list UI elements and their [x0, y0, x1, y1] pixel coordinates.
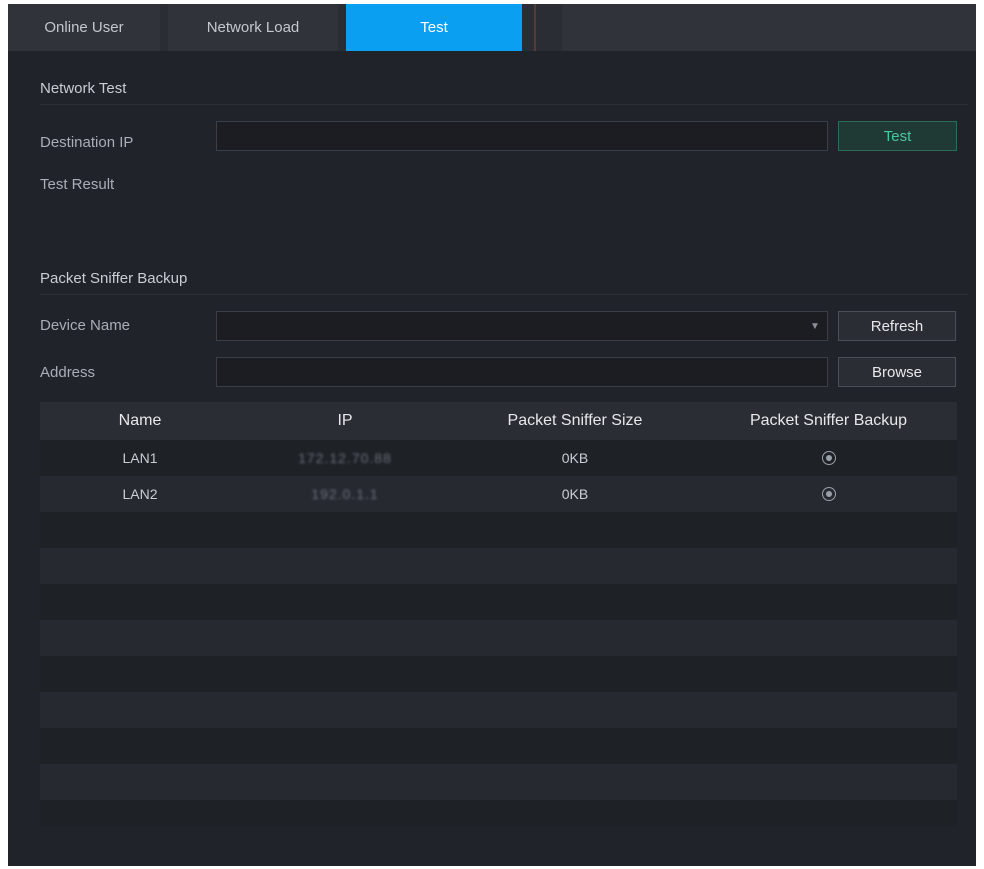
- row-backup: [700, 476, 957, 512]
- column-header-name: Name: [118, 412, 162, 429]
- chevron-down-icon[interactable]: ▼: [808, 319, 822, 333]
- row-name: LAN2: [122, 486, 158, 502]
- table-row-empty: [40, 764, 957, 800]
- table-row-empty: [40, 692, 957, 728]
- column-header-ip: IP: [337, 412, 353, 429]
- tab-network-load[interactable]: Network Load: [168, 4, 338, 51]
- section-divider: [40, 104, 968, 105]
- test-result-label: Test Result: [40, 176, 115, 193]
- network-test-panel: Online User Network Load Test Network Te…: [8, 4, 976, 866]
- table-row-empty: [40, 548, 957, 584]
- column-header-size: Packet Sniffer Size: [507, 412, 643, 429]
- tab-test[interactable]: Test: [346, 4, 522, 51]
- test-button[interactable]: Test: [838, 121, 957, 151]
- table-row-empty: [40, 656, 957, 692]
- sniffer-table: Name IP Packet Sniffer Size Packet Sniff…: [40, 402, 957, 826]
- destination-ip-input[interactable]: [216, 121, 828, 151]
- device-name-select[interactable]: [216, 311, 828, 341]
- table-row-empty: [40, 620, 957, 656]
- table-row[interactable]: LAN1 172.12.70.88 0KB: [40, 440, 957, 476]
- refresh-button[interactable]: Refresh: [838, 311, 956, 341]
- tab-bar-tail: [522, 4, 562, 51]
- device-name-label: Device Name: [40, 317, 131, 334]
- radio-record-icon[interactable]: [821, 487, 836, 501]
- tab-divider: [160, 4, 168, 51]
- radio-record-icon[interactable]: [821, 451, 836, 465]
- table-row-empty: [40, 800, 957, 826]
- tab-divider: [338, 4, 346, 51]
- packet-sniffer-title: Packet Sniffer Backup: [40, 270, 188, 287]
- column-header-backup: Packet Sniffer Backup: [749, 412, 908, 429]
- table-row-empty: [40, 728, 957, 764]
- section-divider: [40, 294, 968, 295]
- row-backup: [700, 440, 957, 476]
- row-size: 0KB: [561, 486, 589, 502]
- address-input[interactable]: [216, 357, 828, 387]
- tab-bar: Online User Network Load Test: [8, 4, 976, 51]
- address-label: Address: [40, 364, 96, 381]
- table-header: Name IP Packet Sniffer Size Packet Sniff…: [40, 402, 957, 440]
- browse-button[interactable]: Browse: [838, 357, 956, 387]
- table-row[interactable]: LAN2 192.0.1.1 0KB: [40, 476, 957, 512]
- row-size: 0KB: [561, 450, 589, 466]
- tab-online-user[interactable]: Online User: [8, 4, 160, 51]
- row-name: LAN1: [122, 450, 158, 466]
- network-test-title: Network Test: [40, 80, 127, 97]
- row-ip: 172.12.70.88: [298, 450, 392, 466]
- table-row-empty: [40, 512, 957, 548]
- row-ip: 192.0.1.1: [311, 486, 379, 502]
- destination-ip-label: Destination IP: [40, 134, 134, 151]
- table-row-empty: [40, 584, 957, 620]
